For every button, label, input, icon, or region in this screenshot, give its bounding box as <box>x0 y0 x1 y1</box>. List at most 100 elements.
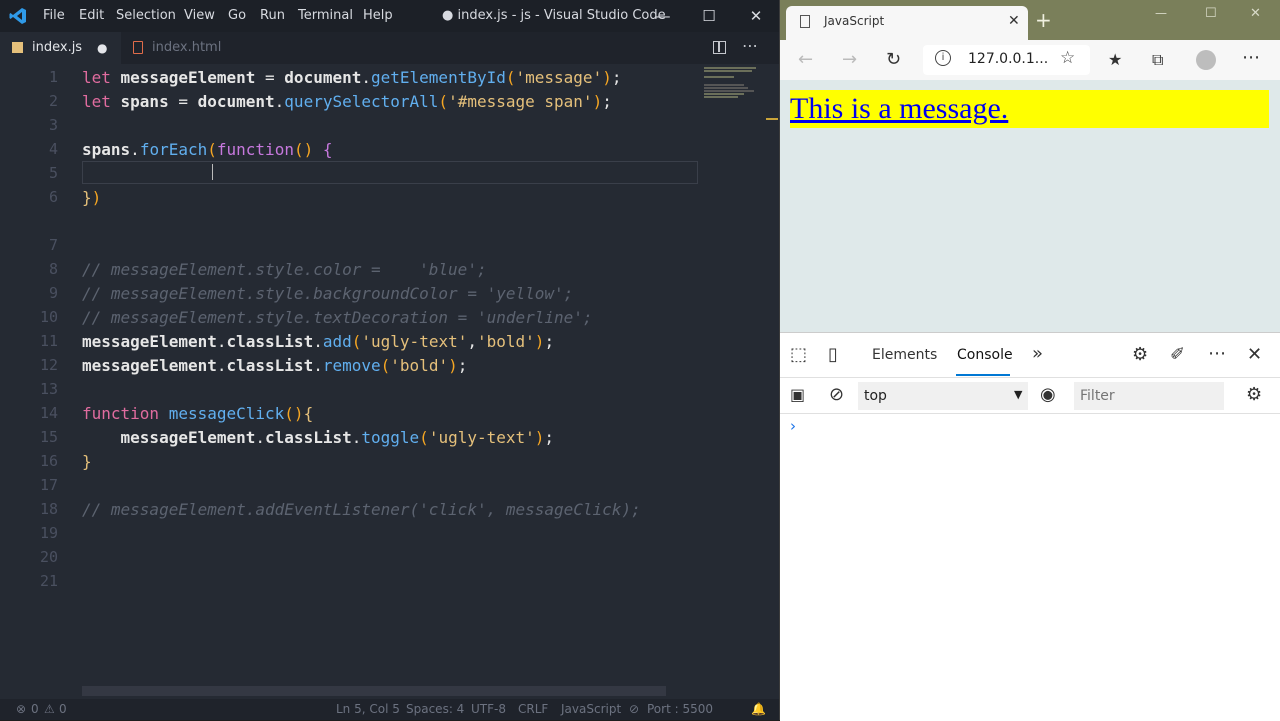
editor-tab-bar: index.js ● index.html ⋯ <box>0 32 779 64</box>
favorite-star-icon[interactable]: ☆ <box>1060 48 1075 68</box>
menu-help[interactable]: Help <box>363 0 393 32</box>
context-selector[interactable]: top ▼ <box>858 382 1028 410</box>
more-options-icon[interactable]: ⋯ <box>1208 344 1226 364</box>
code-line[interactable]: } <box>82 452 92 471</box>
code-line[interactable]: // messageElement.style.textDecoration =… <box>82 308 593 327</box>
vscode-window: File Edit Selection View Go Run Terminal… <box>0 0 779 720</box>
settings-gear-icon[interactable]: ⚙ <box>1132 345 1148 365</box>
menu-terminal[interactable]: Terminal <box>298 0 353 32</box>
tab-index-js[interactable]: index.js ● <box>0 32 121 64</box>
split-editor-icon[interactable] <box>713 41 726 54</box>
live-server-icon[interactable]: ⊘ <box>629 699 639 720</box>
language-mode[interactable]: JavaScript <box>561 699 621 720</box>
js-file-icon <box>12 42 23 53</box>
more-menu-icon[interactable]: ⋯ <box>1242 48 1260 68</box>
code-line[interactable]: spans.forEach(function() { <box>82 140 333 159</box>
profile-avatar-icon[interactable] <box>1196 50 1216 70</box>
live-server-port[interactable]: Port : 5500 <box>647 699 713 720</box>
code-line[interactable]: let spans = document.querySelectorAll('#… <box>82 92 612 111</box>
minimap[interactable] <box>704 66 762 106</box>
browser-tab[interactable]: JavaScript ✕ <box>786 6 1028 40</box>
more-actions-icon[interactable]: ⋯ <box>742 36 758 55</box>
code-line[interactable]: let messageElement = document.getElement… <box>82 68 621 87</box>
menu-view[interactable]: View <box>184 0 215 32</box>
back-icon[interactable]: ← <box>798 50 813 70</box>
live-expression-eye-icon[interactable]: ◉ <box>1040 385 1056 405</box>
code-editor[interactable]: 1 2 3 4 5 6 7 8 9 10 11 12 13 14 15 16 1… <box>0 64 779 696</box>
menu-selection[interactable]: Selection <box>116 0 176 32</box>
code-line[interactable]: messageElement.classList.add('ugly-text'… <box>82 332 554 351</box>
browser-toolbar: ← → ↻ i 127.0.0.1... ☆ ★ ⧉ ⋯ <box>780 40 1280 81</box>
minimize-icon[interactable]: — <box>1155 6 1167 20</box>
minimize-icon[interactable]: — <box>640 0 686 32</box>
code-line[interactable]: messageElement.classList.remove('bold'); <box>82 356 467 375</box>
address-bar[interactable]: i 127.0.0.1... ☆ <box>923 45 1090 75</box>
context-value: top <box>864 388 887 404</box>
chevron-down-icon: ▼ <box>1014 388 1023 401</box>
line-number: 1 <box>48 68 58 86</box>
close-devtools-icon[interactable]: ✕ <box>1247 345 1262 365</box>
code-line[interactable]: }) <box>82 188 101 207</box>
message-element[interactable]: This is a message. <box>790 90 1269 128</box>
warnings-count[interactable]: 0 <box>59 699 67 720</box>
tab-console[interactable]: Console <box>957 333 1013 377</box>
code-line[interactable]: messageElement.classList.toggle('ugly-te… <box>82 428 555 447</box>
more-tabs-icon[interactable]: » <box>1032 344 1043 364</box>
errors-count[interactable]: 0 <box>31 699 39 720</box>
device-toolbar-icon[interactable]: ▯ <box>828 345 838 365</box>
errors-icon[interactable]: ⊗ <box>16 699 26 720</box>
tab-index-html[interactable]: index.html <box>122 32 232 64</box>
site-info-icon[interactable]: i <box>935 50 951 66</box>
line-number: 16 <box>39 452 58 470</box>
line-number: 4 <box>48 140 58 158</box>
maximize-icon[interactable]: ☐ <box>686 0 732 32</box>
collections-icon[interactable]: ⧉ <box>1152 50 1163 70</box>
console-filter-input[interactable] <box>1074 382 1224 410</box>
console-settings-icon[interactable]: ⚙ <box>1246 385 1262 405</box>
tab-elements[interactable]: Elements <box>872 333 937 377</box>
horizontal-scrollbar[interactable] <box>82 686 666 696</box>
line-number: 6 <box>48 188 58 206</box>
line-number: 9 <box>48 284 58 302</box>
code-line[interactable]: function messageClick(){ <box>82 404 313 423</box>
html-file-icon <box>133 41 143 54</box>
line-ending[interactable]: CRLF <box>518 699 548 720</box>
cursor-position[interactable]: Ln 5, Col 5 <box>336 699 400 720</box>
inspect-element-icon[interactable]: ⬚ <box>790 345 807 365</box>
address-text[interactable]: 127.0.0.1... <box>968 51 1048 67</box>
browser-window: JavaScript ✕ + — ☐ ✕ ← → ↻ i 127.0.0.1..… <box>779 0 1280 721</box>
new-tab-icon[interactable]: + <box>1035 10 1052 30</box>
close-icon[interactable]: ✕ <box>733 0 779 32</box>
forward-icon[interactable]: → <box>842 50 857 70</box>
indentation[interactable]: Spaces: 4 <box>406 699 464 720</box>
favorites-icon[interactable]: ★ <box>1108 50 1122 70</box>
modified-dot-icon[interactable]: ● <box>97 32 107 64</box>
code-line[interactable]: // messageElement.addEventListener('clic… <box>82 500 641 519</box>
menu-run[interactable]: Run <box>260 0 285 32</box>
menu-file[interactable]: File <box>43 0 65 32</box>
browser-tab-title: JavaScript <box>824 14 885 28</box>
console-prompt-icon[interactable]: › <box>790 417 796 435</box>
browser-tab-strip: JavaScript ✕ + — ☐ ✕ <box>780 0 1280 40</box>
line-number: 12 <box>39 356 58 374</box>
clear-console-icon[interactable]: ⊘ <box>829 385 844 405</box>
warnings-icon[interactable]: ⚠ <box>44 699 55 720</box>
close-tab-icon[interactable]: ✕ <box>1008 13 1020 29</box>
refresh-icon[interactable]: ↻ <box>886 50 901 70</box>
code-line[interactable]: // messageElement.style.color = 'blue'; <box>82 260 487 279</box>
feedback-icon[interactable]: ✐ <box>1170 345 1185 365</box>
notifications-icon[interactable]: 🔔 <box>751 699 766 720</box>
title-bar: File Edit Selection View Go Run Terminal… <box>0 0 779 32</box>
encoding[interactable]: UTF-8 <box>471 699 506 720</box>
page-icon <box>800 15 810 28</box>
line-number: 17 <box>39 476 58 494</box>
close-icon[interactable]: ✕ <box>1250 6 1261 21</box>
maximize-icon[interactable]: ☐ <box>1205 6 1217 21</box>
menu-edit[interactable]: Edit <box>79 0 104 32</box>
show-sidebar-icon[interactable]: ▣ <box>790 385 805 405</box>
menu-go[interactable]: Go <box>228 0 246 32</box>
page-viewport: This is a message. <box>780 80 1280 332</box>
code-line[interactable]: // messageElement.style.backgroundColor … <box>82 284 573 303</box>
line-number: 13 <box>39 380 58 398</box>
active-tab-underline <box>956 374 1010 376</box>
